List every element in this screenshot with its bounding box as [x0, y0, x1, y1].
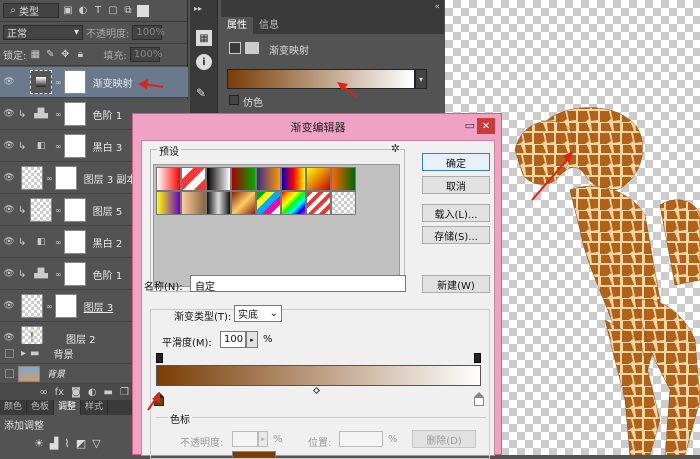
- annotation-arrows: [138, 79, 358, 411]
- arrowhead: [138, 79, 148, 89]
